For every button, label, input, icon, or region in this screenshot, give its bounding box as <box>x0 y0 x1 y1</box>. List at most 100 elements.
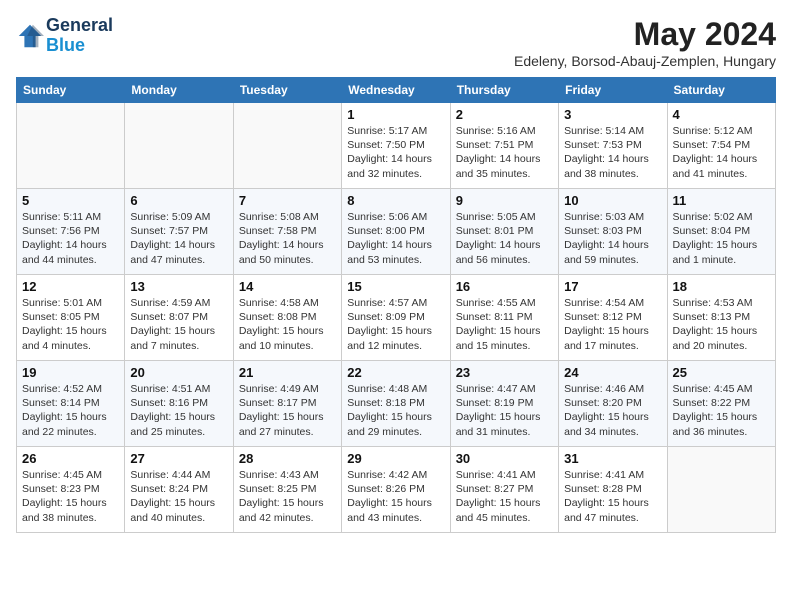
calendar-cell: 20 Sunrise: 4:51 AM Sunset: 8:16 PM Dayli… <box>125 361 233 447</box>
calendar-header-row: SundayMondayTuesdayWednesdayThursdayFrid… <box>17 78 776 103</box>
day-number: 15 <box>347 279 444 294</box>
calendar-cell: 28 Sunrise: 4:43 AM Sunset: 8:25 PM Dayli… <box>233 447 341 533</box>
day-number: 1 <box>347 107 444 122</box>
day-number: 19 <box>22 365 119 380</box>
day-number: 20 <box>130 365 227 380</box>
day-number: 24 <box>564 365 661 380</box>
day-number: 17 <box>564 279 661 294</box>
calendar-body: 1 Sunrise: 5:17 AM Sunset: 7:50 PM Daylig… <box>17 103 776 533</box>
month-title: May 2024 <box>514 16 776 53</box>
day-info: Sunrise: 4:48 AM Sunset: 8:18 PM Dayligh… <box>347 382 444 439</box>
day-number: 22 <box>347 365 444 380</box>
calendar-table: SundayMondayTuesdayWednesdayThursdayFrid… <box>16 77 776 533</box>
calendar-cell <box>667 447 775 533</box>
day-info: Sunrise: 4:42 AM Sunset: 8:26 PM Dayligh… <box>347 468 444 525</box>
title-area: May 2024 Edeleny, Borsod-Abauj-Zemplen, … <box>514 16 776 69</box>
calendar-cell: 8 Sunrise: 5:06 AM Sunset: 8:00 PM Daylig… <box>342 189 450 275</box>
day-info: Sunrise: 4:52 AM Sunset: 8:14 PM Dayligh… <box>22 382 119 439</box>
day-info: Sunrise: 4:57 AM Sunset: 8:09 PM Dayligh… <box>347 296 444 353</box>
day-number: 26 <box>22 451 119 466</box>
calendar-cell: 18Sunrise: 4:53 AM Sunset: 8:13 PM Dayli… <box>667 275 775 361</box>
weekday-header-wednesday: Wednesday <box>342 78 450 103</box>
logo-line1: General <box>46 16 113 36</box>
day-info: Sunrise: 4:51 AM Sunset: 8:16 PM Dayligh… <box>130 382 227 439</box>
day-info: Sunrise: 4:47 AM Sunset: 8:19 PM Dayligh… <box>456 382 553 439</box>
calendar-cell: 6Sunrise: 5:09 AM Sunset: 7:57 PM Daylig… <box>125 189 233 275</box>
calendar-cell: 10Sunrise: 5:03 AM Sunset: 8:03 PM Dayli… <box>559 189 667 275</box>
day-info: Sunrise: 5:02 AM Sunset: 8:04 PM Dayligh… <box>673 210 770 267</box>
calendar-cell: 1 Sunrise: 5:17 AM Sunset: 7:50 PM Daylig… <box>342 103 450 189</box>
day-info: Sunrise: 5:06 AM Sunset: 8:00 PM Dayligh… <box>347 210 444 267</box>
weekday-header-saturday: Saturday <box>667 78 775 103</box>
calendar-cell: 25 Sunrise: 4:45 AM Sunset: 8:22 PM Dayli… <box>667 361 775 447</box>
day-info: Sunrise: 4:45 AM Sunset: 8:22 PM Dayligh… <box>673 382 770 439</box>
calendar-cell: 22 Sunrise: 4:48 AM Sunset: 8:18 PM Dayli… <box>342 361 450 447</box>
logo-icon <box>16 22 44 50</box>
day-number: 23 <box>456 365 553 380</box>
calendar-cell: 12Sunrise: 5:01 AM Sunset: 8:05 PM Dayli… <box>17 275 125 361</box>
calendar-cell <box>17 103 125 189</box>
calendar-cell: 26 Sunrise: 4:45 AM Sunset: 8:23 PM Dayli… <box>17 447 125 533</box>
location-subtitle: Edeleny, Borsod-Abauj-Zemplen, Hungary <box>514 53 776 69</box>
day-number: 16 <box>456 279 553 294</box>
calendar-cell: 30 Sunrise: 4:41 AM Sunset: 8:27 PM Dayli… <box>450 447 558 533</box>
day-number: 13 <box>130 279 227 294</box>
day-number: 27 <box>130 451 227 466</box>
day-info: Sunrise: 4:58 AM Sunset: 8:08 PM Dayligh… <box>239 296 336 353</box>
day-number: 2 <box>456 107 553 122</box>
day-info: Sunrise: 4:41 AM Sunset: 8:28 PM Dayligh… <box>564 468 661 525</box>
calendar-cell: 17 Sunrise: 4:54 AM Sunset: 8:12 PM Dayli… <box>559 275 667 361</box>
calendar-cell: 31 Sunrise: 4:41 AM Sunset: 8:28 PM Dayli… <box>559 447 667 533</box>
calendar-cell: 14Sunrise: 4:58 AM Sunset: 8:08 PM Dayli… <box>233 275 341 361</box>
day-info: Sunrise: 5:17 AM Sunset: 7:50 PM Dayligh… <box>347 124 444 181</box>
weekday-header-friday: Friday <box>559 78 667 103</box>
day-info: Sunrise: 5:12 AM Sunset: 7:54 PM Dayligh… <box>673 124 770 181</box>
day-number: 8 <box>347 193 444 208</box>
weekday-header-monday: Monday <box>125 78 233 103</box>
calendar-cell: 11 Sunrise: 5:02 AM Sunset: 8:04 PM Dayli… <box>667 189 775 275</box>
day-info: Sunrise: 4:55 AM Sunset: 8:11 PM Dayligh… <box>456 296 553 353</box>
calendar-cell: 15 Sunrise: 4:57 AM Sunset: 8:09 PM Dayli… <box>342 275 450 361</box>
day-number: 4 <box>673 107 770 122</box>
calendar-cell: 2 Sunrise: 5:16 AM Sunset: 7:51 PM Daylig… <box>450 103 558 189</box>
day-info: Sunrise: 4:41 AM Sunset: 8:27 PM Dayligh… <box>456 468 553 525</box>
calendar-week-row: 5Sunrise: 5:11 AM Sunset: 7:56 PM Daylig… <box>17 189 776 275</box>
page-header: General Blue May 2024 Edeleny, Borsod-Ab… <box>16 16 776 69</box>
day-info: Sunrise: 4:43 AM Sunset: 8:25 PM Dayligh… <box>239 468 336 525</box>
day-info: Sunrise: 4:59 AM Sunset: 8:07 PM Dayligh… <box>130 296 227 353</box>
day-number: 3 <box>564 107 661 122</box>
day-number: 9 <box>456 193 553 208</box>
day-number: 11 <box>673 193 770 208</box>
calendar-week-row: 19 Sunrise: 4:52 AM Sunset: 8:14 PM Dayli… <box>17 361 776 447</box>
day-info: Sunrise: 5:14 AM Sunset: 7:53 PM Dayligh… <box>564 124 661 181</box>
day-info: Sunrise: 4:53 AM Sunset: 8:13 PM Dayligh… <box>673 296 770 353</box>
calendar-cell: 7Sunrise: 5:08 AM Sunset: 7:58 PM Daylig… <box>233 189 341 275</box>
day-info: Sunrise: 4:49 AM Sunset: 8:17 PM Dayligh… <box>239 382 336 439</box>
day-number: 25 <box>673 365 770 380</box>
day-info: Sunrise: 4:44 AM Sunset: 8:24 PM Dayligh… <box>130 468 227 525</box>
logo-line2: Blue <box>46 36 113 56</box>
day-info: Sunrise: 5:03 AM Sunset: 8:03 PM Dayligh… <box>564 210 661 267</box>
day-number: 29 <box>347 451 444 466</box>
day-info: Sunrise: 5:01 AM Sunset: 8:05 PM Dayligh… <box>22 296 119 353</box>
calendar-cell: 29 Sunrise: 4:42 AM Sunset: 8:26 PM Dayli… <box>342 447 450 533</box>
day-number: 7 <box>239 193 336 208</box>
day-number: 31 <box>564 451 661 466</box>
day-info: Sunrise: 4:54 AM Sunset: 8:12 PM Dayligh… <box>564 296 661 353</box>
day-number: 30 <box>456 451 553 466</box>
calendar-cell: 5Sunrise: 5:11 AM Sunset: 7:56 PM Daylig… <box>17 189 125 275</box>
day-info: Sunrise: 5:09 AM Sunset: 7:57 PM Dayligh… <box>130 210 227 267</box>
calendar-cell: 13 Sunrise: 4:59 AM Sunset: 8:07 PM Dayli… <box>125 275 233 361</box>
weekday-header-sunday: Sunday <box>17 78 125 103</box>
calendar-cell <box>125 103 233 189</box>
day-info: Sunrise: 5:05 AM Sunset: 8:01 PM Dayligh… <box>456 210 553 267</box>
day-info: Sunrise: 4:45 AM Sunset: 8:23 PM Dayligh… <box>22 468 119 525</box>
calendar-cell: 16 Sunrise: 4:55 AM Sunset: 8:11 PM Dayli… <box>450 275 558 361</box>
calendar-cell: 23 Sunrise: 4:47 AM Sunset: 8:19 PM Dayli… <box>450 361 558 447</box>
day-info: Sunrise: 5:16 AM Sunset: 7:51 PM Dayligh… <box>456 124 553 181</box>
day-number: 28 <box>239 451 336 466</box>
day-number: 21 <box>239 365 336 380</box>
day-info: Sunrise: 4:46 AM Sunset: 8:20 PM Dayligh… <box>564 382 661 439</box>
calendar-cell: 21 Sunrise: 4:49 AM Sunset: 8:17 PM Dayli… <box>233 361 341 447</box>
calendar-cell: 27 Sunrise: 4:44 AM Sunset: 8:24 PM Dayli… <box>125 447 233 533</box>
